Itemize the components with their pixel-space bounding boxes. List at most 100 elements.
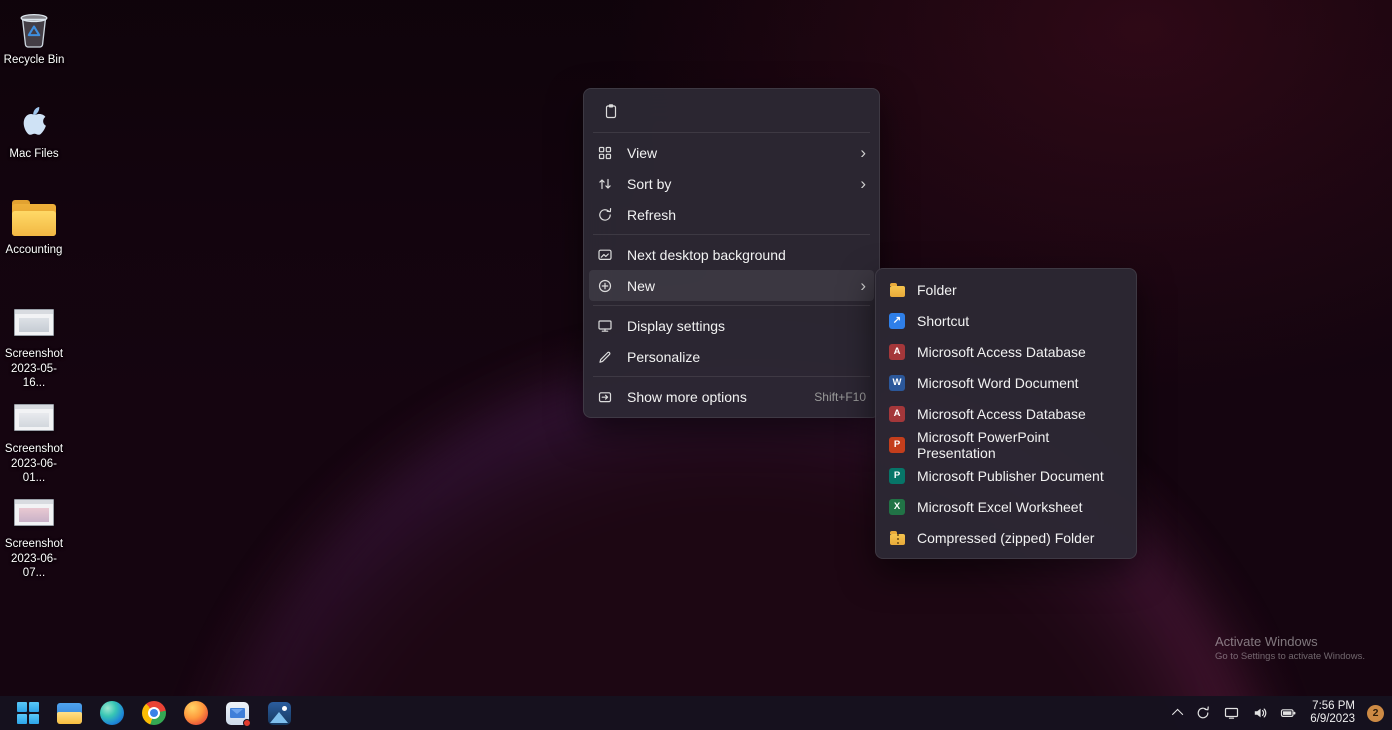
menu-item-label: Display settings [627,318,866,334]
menu-item-personalize[interactable]: Personalize [589,341,874,372]
photos-app-button[interactable] [260,698,299,728]
menu-item-label: New [627,278,854,294]
battery-icon [1280,705,1297,721]
submenu-item-powerpoint-presentation[interactable]: P Microsoft PowerPoint Presentation [881,429,1131,460]
sort-arrows-icon [597,176,613,192]
desktop-icon-label: Screenshot 2023-05-16... [0,347,68,391]
desktop-icon-label: Accounting [6,243,63,258]
paste-button[interactable] [595,96,627,126]
screenshot-thumbnail-icon [14,490,54,534]
submenu-item-zipped-folder[interactable]: Compressed (zipped) Folder [881,522,1131,553]
recycle-bin-icon [15,6,53,50]
monitor-icon [597,318,613,334]
chevron-right-icon [854,277,866,294]
notification-count-badge[interactable]: 2 [1367,705,1384,722]
submenu-item-label: Microsoft Word Document [917,375,1079,391]
desktop-icon-label: Recycle Bin [4,53,65,68]
submenu-item-excel-worksheet[interactable]: X Microsoft Excel Worksheet [881,491,1131,522]
menu-item-sort-by[interactable]: Sort by [589,168,874,199]
menu-item-display-settings[interactable]: Display settings [589,310,874,341]
tray-time: 7:56 PM [1310,700,1355,713]
submenu-item-label: Microsoft Excel Worksheet [917,499,1082,515]
powerpoint-icon: P [889,437,905,453]
battery-tray-button[interactable] [1275,698,1302,728]
menu-item-label: View [627,145,854,161]
firefox-button[interactable] [176,698,215,728]
submenu-item-label: Folder [917,282,957,298]
desktop-icon-screenshot-1[interactable]: Screenshot 2023-05-16... [0,300,68,391]
paste-icon [603,103,619,119]
desktop-icon-accounting[interactable]: Accounting [0,196,68,258]
new-submenu: Folder Shortcut A Microsoft Access Datab… [875,268,1137,559]
mail-app-button[interactable] [218,698,257,728]
system-tray: 7:56 PM 6/9/2023 2 [1170,698,1392,728]
chevron-right-icon [854,175,866,192]
menu-item-label: Sort by [627,176,854,192]
menu-item-refresh[interactable]: Refresh [589,199,874,230]
taskbar-apps [0,698,299,728]
submenu-item-label: Compressed (zipped) Folder [917,530,1094,546]
file-explorer-button[interactable] [50,698,89,728]
volume-icon [1252,705,1268,721]
chrome-icon [142,701,166,725]
edge-icon [100,701,124,725]
tray-expand-button[interactable] [1170,698,1188,728]
screenshot-thumbnail-icon [14,395,54,439]
zipped-folder-icon [890,534,905,545]
submenu-item-label: Microsoft PowerPoint Presentation [917,429,1123,461]
menu-separator [593,234,870,235]
submenu-item-label: Microsoft Publisher Document [917,468,1104,484]
chevron-up-icon [1172,709,1183,720]
menu-item-show-more-options[interactable]: Show more options Shift+F10 [589,381,874,412]
menu-item-label: Next desktop background [627,247,866,263]
submenu-item-label: Microsoft Access Database [917,344,1086,360]
sync-tray-button[interactable] [1190,698,1216,728]
edge-button[interactable] [92,698,131,728]
folder-icon [890,286,905,297]
chevron-right-icon [854,144,866,161]
menu-item-view[interactable]: View [589,137,874,168]
menu-item-label: Personalize [627,349,866,365]
menu-item-label: Refresh [627,207,866,223]
submenu-item-folder[interactable]: Folder [881,274,1131,305]
start-icon [17,702,39,724]
submenu-item-word-document[interactable]: W Microsoft Word Document [881,367,1131,398]
chrome-button[interactable] [134,698,173,728]
submenu-item-access-database[interactable]: A Microsoft Access Database [881,336,1131,367]
excel-icon: X [889,499,905,515]
menu-item-label: Show more options [627,389,806,405]
sync-icon [1195,705,1211,721]
taskbar: 7:56 PM 6/9/2023 2 [0,696,1392,730]
submenu-item-access-database-2[interactable]: A Microsoft Access Database [881,398,1131,429]
network-icon [1223,705,1240,721]
volume-tray-button[interactable] [1247,698,1273,728]
menu-separator [593,376,870,377]
desktop-icon-mac-files[interactable]: Mac Files [0,100,68,162]
view-grid-icon [597,145,613,161]
desktop-context-menu: View Sort by Refresh Next d [583,88,880,418]
network-tray-button[interactable] [1218,698,1245,728]
wallpaper-icon [597,247,613,263]
menu-separator [593,132,870,133]
access-icon: A [889,344,905,360]
menu-item-shortcut: Shift+F10 [814,390,866,404]
tray-date: 6/9/2023 [1310,713,1355,726]
refresh-icon [597,207,613,223]
clock[interactable]: 7:56 PM 6/9/2023 [1304,700,1361,726]
submenu-item-publisher-document[interactable]: P Microsoft Publisher Document [881,460,1131,491]
desktop-icon-screenshot-3[interactable]: Screenshot 2023-06-07... [0,490,68,581]
submenu-item-shortcut[interactable]: Shortcut [881,305,1131,336]
desktop-icon-label: Mac Files [9,147,58,162]
desktop-icon-screenshot-2[interactable]: Screenshot 2023-06-01... [0,395,68,486]
menu-item-next-desktop-background[interactable]: Next desktop background [589,239,874,270]
menu-item-new[interactable]: New [589,270,874,301]
submenu-item-label: Shortcut [917,313,969,329]
folder-icon [12,196,56,240]
publisher-icon: P [889,468,905,484]
desktop-icon-label: Screenshot 2023-06-07... [0,537,68,581]
apple-icon [17,100,51,144]
word-icon: W [889,375,905,391]
desktop-icon-recycle-bin[interactable]: Recycle Bin [0,6,68,68]
firefox-icon [184,701,208,725]
start-button[interactable] [8,698,47,728]
